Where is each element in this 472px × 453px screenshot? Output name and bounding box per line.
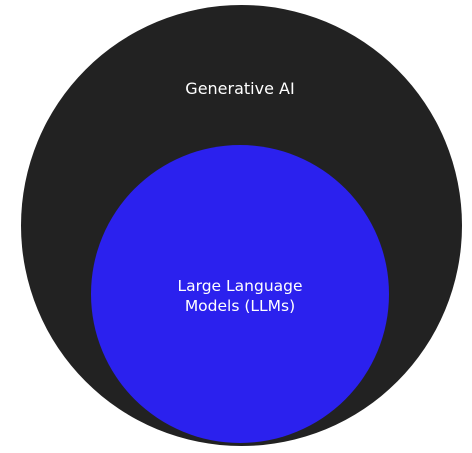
llm-label-line-1: Large Language bbox=[177, 277, 303, 295]
venn-diagram: Generative AI Large Language Models (LLM… bbox=[0, 0, 472, 453]
llm-label-line-2: Models (LLMs) bbox=[184, 297, 296, 315]
llm-label: Large Language Models (LLMs) bbox=[140, 276, 340, 316]
generative-ai-label: Generative AI bbox=[185, 79, 295, 98]
